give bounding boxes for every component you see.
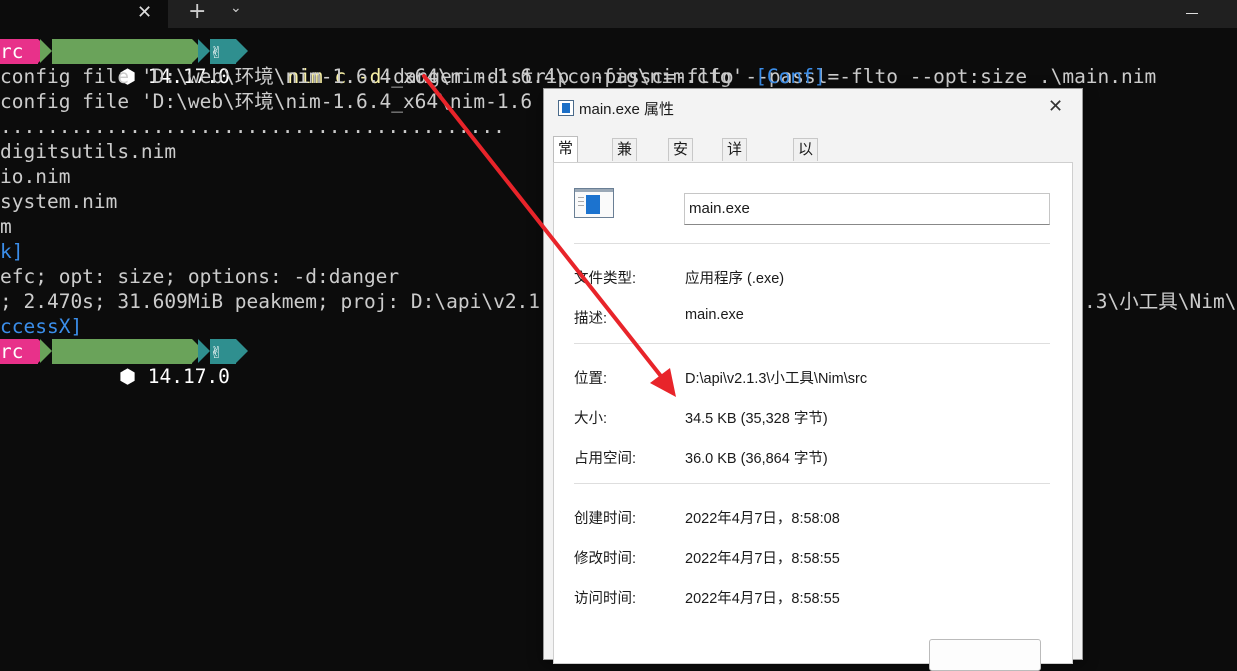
field-value: D:\api\v2.1.3\小工具\Nim\src (685, 371, 868, 387)
terminal-tab-bar: ✕ + ⌄ (0, 0, 1237, 28)
field-label: 描述: (574, 311, 608, 327)
terminal-line: ccessX] (0, 315, 83, 338)
properties-dialog: main.exe 属性 ✕ 常规 兼容性 安全 详细信息 以前的版本 main.… (543, 88, 1083, 671)
field-label: 访问时间: (574, 591, 637, 607)
field-value: 2022年4月7日，8:58:55 (685, 591, 840, 607)
tab-compatibility[interactable]: 兼容性 (612, 138, 638, 202)
field-value: 应用程序 (.exe) (685, 271, 785, 287)
terminal-line: config file 'D:\web\环境\nim-1.6.4_x64\nim… (0, 65, 826, 88)
close-tab-icon[interactable]: ✕ (137, 2, 152, 23)
terminal-line: k] (0, 240, 24, 263)
field-label: 创建时间: (574, 511, 637, 527)
divider (574, 483, 1050, 484)
field-label: 占用空间: (574, 451, 637, 467)
filename-field[interactable]: main.exe (684, 193, 1050, 225)
prompt-node-segment: ⬢ 14.17.0 (52, 339, 230, 388)
node-version: ⬢ 14.17.0 (118, 365, 230, 388)
ok-button[interactable] (929, 639, 1041, 671)
dialog-title: main.exe 属性 (579, 101, 675, 118)
terminal-line: system.nim (0, 190, 118, 213)
prompt-dir-segment: rc (0, 39, 38, 64)
tab-details[interactable]: 详细信息 (722, 138, 748, 224)
terminal-line-tail: .3\小工具\Nim\ (1084, 290, 1237, 313)
terminal-line: m (0, 215, 12, 238)
terminal-line: digitsutils.nim (0, 140, 177, 163)
general-panel: main.exe 文件类型: 应用程序 (.exe) 描述: main.exe … (553, 162, 1073, 664)
minimize-icon[interactable] (1186, 13, 1198, 14)
terminal-line: io.nim (0, 165, 71, 188)
field-value: main.exe (685, 307, 744, 323)
terminal-line: config file 'D:\web\环境\nim-1.6.4_x64\nim… (0, 90, 533, 113)
tab-previous-versions[interactable]: 以前的版本 (793, 138, 819, 246)
field-value: 36.0 KB (36,864 字节) (685, 451, 828, 467)
divider (574, 343, 1050, 344)
prompt-dir-segment: rc (0, 339, 38, 364)
git-icon: ✌ (210, 39, 236, 64)
app-icon (558, 100, 574, 116)
terminal-command: nim c -d:danger -d:strip --passc=-flto -… (287, 65, 1157, 88)
field-label: 文件类型: (574, 271, 637, 287)
prompt-node-segment: ⬢ 14.17.0 (52, 39, 230, 88)
field-label: 修改时间: (574, 551, 637, 567)
exe-file-icon (574, 188, 614, 218)
close-icon[interactable]: ✕ (1048, 96, 1063, 117)
tab-security[interactable]: 安全 (668, 138, 694, 180)
field-label: 大小: (574, 411, 608, 427)
new-tab-button[interactable]: + (188, 0, 206, 24)
field-value: 34.5 KB (35,328 字节) (685, 411, 828, 427)
tab-dropdown-icon[interactable]: ⌄ (230, 0, 242, 16)
field-value: 2022年4月7日，8:58:08 (685, 511, 840, 527)
tab-general[interactable]: 常规 (553, 136, 579, 181)
terminal-tab[interactable]: ✕ (0, 0, 168, 28)
divider (574, 243, 1050, 244)
terminal-line: ........................................… (0, 115, 505, 138)
field-label: 位置: (574, 371, 608, 387)
field-value: 2022年4月7日，8:58:55 (685, 551, 840, 567)
terminal-line: efc; opt: size; options: -d:danger (0, 265, 400, 288)
git-icon: ✌ (210, 339, 236, 364)
terminal-line: ; 2.470s; 31.609MiB peakmem; proj: D:\ap… (0, 290, 541, 313)
